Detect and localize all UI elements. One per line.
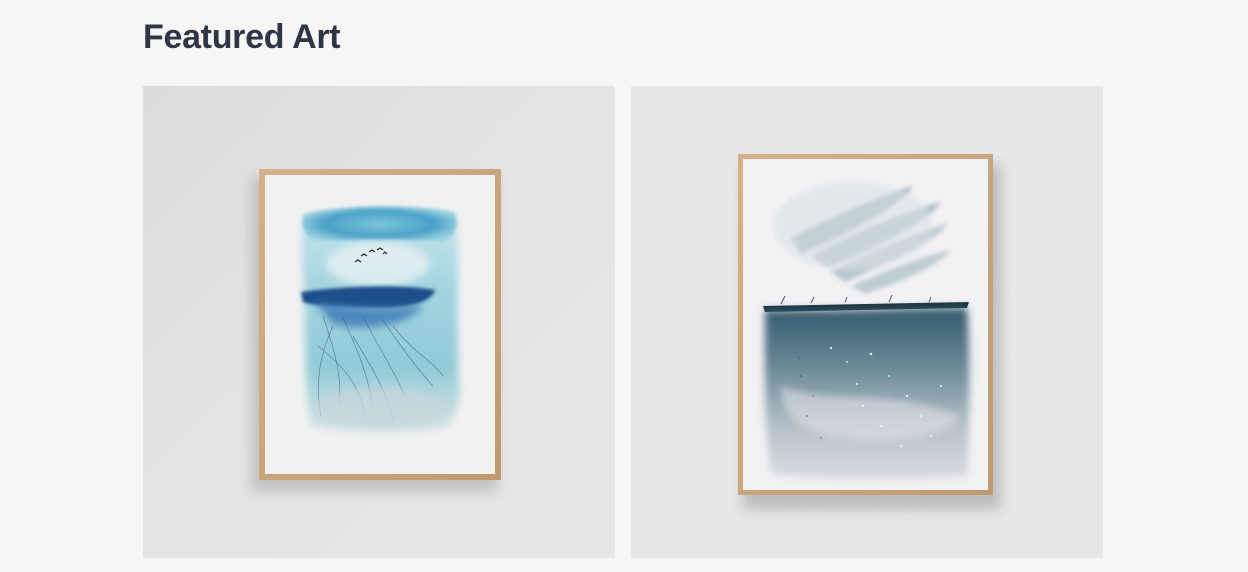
featured-art-gallery <box>143 86 1103 558</box>
artwork-image-2 <box>631 86 1103 558</box>
section-title: Featured Art <box>143 18 341 56</box>
artwork-card-2[interactable] <box>631 86 1103 558</box>
artwork-image-1 <box>143 86 615 558</box>
artwork-card-1[interactable] <box>143 86 615 558</box>
